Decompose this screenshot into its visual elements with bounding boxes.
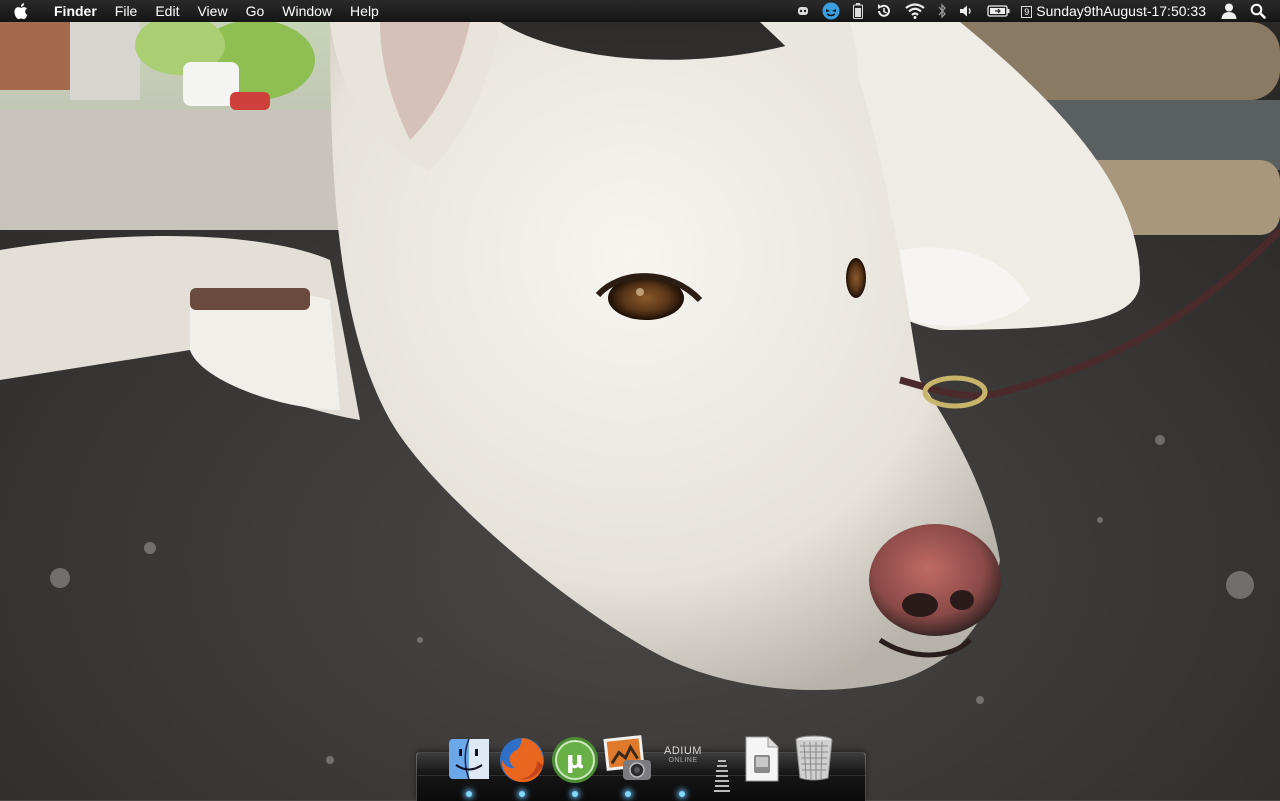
clock-text: Sunday9thAugust-17:50:33: [1036, 3, 1206, 19]
menu-edit[interactable]: Edit: [146, 0, 188, 22]
spotlight-icon[interactable]: [1250, 0, 1266, 22]
dock-iphoto-indicator: [625, 791, 631, 797]
iphoto-icon: [603, 735, 651, 780]
dock-finder[interactable]: [446, 736, 494, 784]
time-machine-icon[interactable]: [875, 0, 893, 22]
document-stack-icon: [745, 736, 779, 782]
dock-iphoto[interactable]: [603, 734, 651, 782]
dock-firefox[interactable]: [497, 735, 545, 783]
battery-status-icon[interactable]: [987, 0, 1011, 22]
menu-window[interactable]: Window: [273, 0, 341, 22]
finder-icon: [449, 738, 489, 780]
adium-status: ONLINE: [668, 757, 698, 764]
calendar-day-badge: 9: [1021, 6, 1033, 19]
menu-bar-left: Finder File Edit View Go Window Help: [0, 0, 388, 22]
dock-finder-indicator: [466, 791, 472, 797]
dock-document-stack[interactable]: [742, 735, 790, 783]
dock-divider[interactable]: [712, 758, 732, 798]
desktop-wallpaper: [0, 0, 1280, 800]
menu-file[interactable]: File: [106, 0, 147, 22]
trash-icon: [795, 735, 833, 781]
menu-bar: Finder File Edit View Go Window Help 9 S…: [0, 0, 1280, 22]
svg-text:µ: µ: [566, 746, 584, 774]
apple-menu-icon[interactable]: [14, 0, 32, 22]
menu-app-name[interactable]: Finder: [46, 0, 106, 22]
dock-trash[interactable]: [792, 734, 840, 782]
dock-adium[interactable]: ADIUM ONLINE: [660, 745, 706, 765]
menu-bar-clock[interactable]: 9 Sunday9thAugust-17:50:33: [1021, 0, 1206, 22]
menu-go[interactable]: Go: [237, 0, 274, 22]
firefox-icon: [500, 738, 544, 783]
bluetooth-icon[interactable]: [937, 0, 947, 22]
dock-utorrent[interactable]: µ: [550, 735, 598, 783]
dock-utorrent-indicator: [572, 791, 578, 797]
menu-bar-status: 9 Sunday9thAugust-17:50:33: [791, 0, 1280, 22]
wifi-icon[interactable]: [905, 0, 925, 22]
twitterrific-icon[interactable]: [821, 0, 841, 22]
dock-adium-indicator: [679, 791, 685, 797]
menu-view[interactable]: View: [188, 0, 236, 22]
growl-icon[interactable]: [797, 0, 809, 22]
menu-help[interactable]: Help: [341, 0, 388, 22]
adium-label: ADIUM: [664, 745, 702, 757]
battery-icon[interactable]: [853, 0, 864, 22]
dock-firefox-indicator: [519, 791, 525, 797]
user-icon[interactable]: [1220, 0, 1238, 22]
utorrent-icon: µ: [552, 737, 598, 783]
volume-icon[interactable]: [959, 0, 975, 22]
